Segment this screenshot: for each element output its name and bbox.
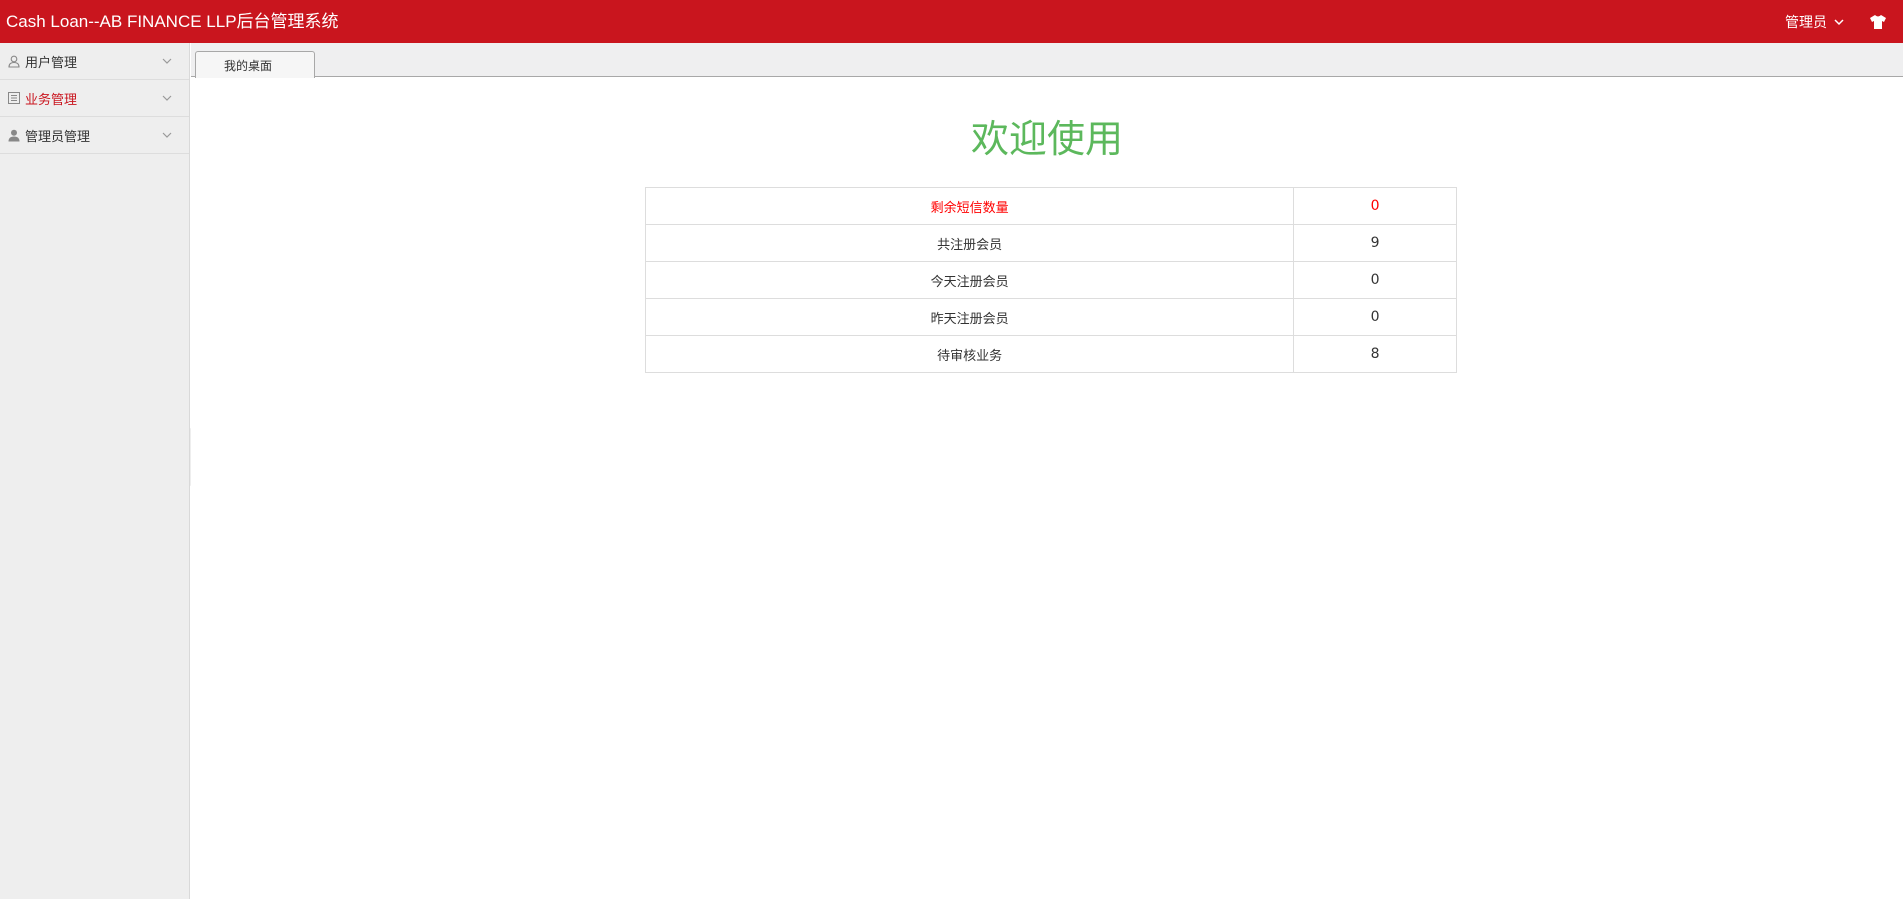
admin-user-menu[interactable]: 管理员 xyxy=(1785,0,1845,43)
top-header: Cash Loan--AB FINANCE LLP后台管理系统 管理员 xyxy=(0,0,1903,43)
stat-label: 待审核业务 xyxy=(644,335,1295,373)
user-icon xyxy=(7,128,21,142)
stat-value: 0 xyxy=(1293,261,1457,299)
stat-label: 昨天注册会员 xyxy=(644,298,1295,336)
stat-value: 8 xyxy=(1293,335,1457,373)
skin-tshirt-icon[interactable] xyxy=(1867,11,1889,33)
welcome-heading: 欢迎使用 xyxy=(970,117,1123,161)
sidebar-item-label: 业务管理 xyxy=(25,92,78,108)
chevron-down-icon xyxy=(162,58,172,64)
tab-bar: 我的桌面 xyxy=(191,43,1903,78)
stat-value: 9 xyxy=(1293,224,1457,262)
chevron-down-icon xyxy=(1834,18,1844,25)
table-row: 共注册会员 9 xyxy=(644,224,1457,262)
stats-table: 剩余短信数量 0 共注册会员 9 今天注册会员 0 昨天注册会员 0 待审核业务… xyxy=(644,187,1457,373)
tab-my-desktop[interactable]: 我的桌面 xyxy=(195,51,315,78)
table-row: 昨天注册会员 0 xyxy=(644,298,1457,336)
list-icon xyxy=(7,91,21,105)
sidebar-item-user-management[interactable]: 用户管理 xyxy=(0,43,189,80)
app-title: Cash Loan--AB FINANCE LLP后台管理系统 xyxy=(6,12,339,31)
sidebar-item-admin-management[interactable]: 管理员管理 xyxy=(0,117,189,154)
sidebar-item-business-management[interactable]: 业务管理 xyxy=(0,80,189,117)
main-content: 欢迎使用 剩余短信数量 0 共注册会员 9 今天注册会员 0 昨天注册会员 0 … xyxy=(191,78,1903,899)
stat-label: 剩余短信数量 xyxy=(644,187,1295,225)
chevron-down-icon xyxy=(162,95,172,101)
stat-label: 今天注册会员 xyxy=(644,261,1295,299)
stat-value: 0 xyxy=(1293,187,1457,225)
stat-value: 0 xyxy=(1293,298,1457,336)
stat-label: 共注册会员 xyxy=(644,224,1295,262)
sidebar-item-label: 管理员管理 xyxy=(25,129,91,145)
admin-user-label: 管理员 xyxy=(1785,14,1827,31)
user-outline-icon xyxy=(7,54,21,68)
sidebar: 用户管理 业务管理 管理员管理 xyxy=(0,43,190,899)
table-row: 待审核业务 8 xyxy=(644,335,1457,373)
sidebar-item-label: 用户管理 xyxy=(25,55,78,71)
table-row: 今天注册会员 0 xyxy=(644,261,1457,299)
chevron-down-icon xyxy=(162,132,172,138)
table-row: 剩余短信数量 0 xyxy=(644,187,1457,225)
